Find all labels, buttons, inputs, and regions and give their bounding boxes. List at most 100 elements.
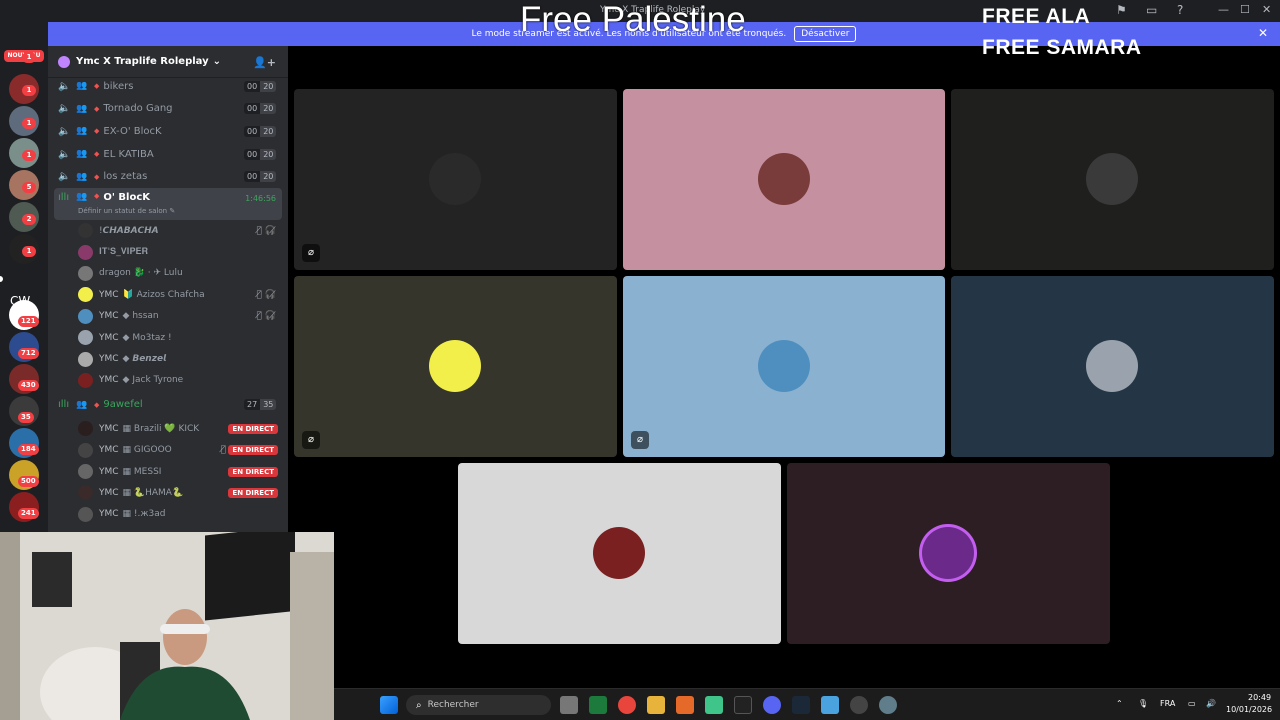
unread-badge: 5 (22, 182, 36, 193)
participant-avatar (758, 340, 810, 392)
voice-member[interactable]: !𝘾𝙃𝘼𝘽𝘼𝘾𝙃𝘼 🎙̸ 🎧̸ (48, 220, 288, 241)
app-icon[interactable] (589, 696, 607, 714)
video-tile[interactable] (951, 89, 1274, 270)
voice-activity-icon: ıllı (58, 399, 70, 411)
voice-member[interactable]: YMC 🔰 Azizos Chafcha 🎙̸ 🎧̸ (48, 284, 288, 305)
count-current: 00 (244, 148, 261, 160)
voice-member[interactable]: YMC ▦ !.ж3ad (48, 504, 288, 525)
count-max: 20 (260, 171, 277, 183)
voice-member[interactable]: YMC ◆ Jack Tyrone (48, 370, 288, 391)
inbox-icon[interactable]: ⚑ (1116, 3, 1127, 17)
stream-off-icon[interactable]: ⌀ (302, 244, 320, 262)
language-indicator[interactable]: FRA (1160, 699, 1175, 708)
voice-channel-name: O' BlocK (103, 191, 151, 203)
user-count: 00 20 (244, 171, 277, 183)
maximize-button[interactable]: ☐ (1240, 3, 1250, 16)
voice-member[interactable]: dragon 🐉 · ✈ Lulu (48, 263, 288, 284)
clan-tag: YMC (99, 487, 119, 498)
channel-status-prompt[interactable]: Définir un statut de salon ✎ (78, 207, 175, 215)
voice-channel[interactable]: 🔈 👥 ◆ bikers 00 20 (48, 75, 288, 98)
voice-member[interactable]: YMC ◆ Mo3taz ! (48, 327, 288, 348)
steam-icon[interactable] (792, 696, 810, 714)
discord-icon[interactable] (763, 696, 781, 714)
participant-avatar (429, 340, 481, 392)
member-name: ◆ Jack Tyrone (122, 375, 184, 386)
avatar (78, 485, 93, 501)
diamond-icon: ◆ (94, 150, 100, 159)
user-count: 00 20 (244, 148, 277, 160)
server-avatar-icon (58, 55, 70, 68)
minimize-button[interactable]: — (1218, 3, 1229, 16)
group-icon: 👥 (76, 149, 88, 160)
help-icon[interactable]: ? (1177, 3, 1183, 17)
network-icon[interactable]: ▭ (1188, 699, 1196, 708)
stream-off-icon[interactable]: ⌀ (302, 431, 320, 449)
diamond-icon: ◆ (94, 172, 100, 181)
app-icon[interactable] (850, 696, 868, 714)
voice-channel[interactable]: ıllı 👥 ◆ 9awefel 27 35 (48, 391, 288, 418)
diamond-icon: ◆ (94, 82, 100, 91)
voice-member[interactable]: YMC ◆ 𝘽𝙚𝙣𝙯𝙚𝙡 (48, 348, 288, 369)
voice-channel[interactable]: 🔈 👥 ◆ EL KATIBA 00 20 (48, 143, 288, 166)
participant-avatar (1086, 340, 1138, 392)
speaker-icon: 🔈 (58, 80, 71, 92)
participant-avatar-speaking (922, 527, 974, 579)
windows-start-icon[interactable] (380, 696, 398, 714)
speaker-icon: 🔈 (58, 148, 71, 160)
add-member-icon[interactable]: 👤+ (253, 56, 276, 69)
voice-member[interactable]: YMC ▦ MESSI EN DIRECT (48, 461, 288, 482)
server-header[interactable]: Ymc X Traplife Roleplay ⌄ 👤+ (48, 46, 288, 78)
video-tile[interactable]: ⌀ (294, 276, 617, 457)
app-icon[interactable] (676, 696, 694, 714)
count-max: 20 (260, 148, 277, 160)
voice-member[interactable]: YMC ◆ hssan 🎙̸ 🎧̸ (48, 306, 288, 327)
video-tile[interactable] (787, 463, 1110, 644)
unread-badge: 712 (18, 348, 39, 359)
banner-close-icon[interactable]: ✕ (1258, 26, 1268, 40)
avatar (78, 308, 93, 324)
muted-icon: 🎙̸ 🎧̸ (256, 225, 276, 236)
clock-time[interactable]: 20:49 (1248, 693, 1271, 702)
clan-tag: YMC (99, 354, 119, 364)
taskbar-search[interactable]: ⌕ Rechercher (406, 695, 551, 715)
chevron-down-icon: ⌄ (212, 56, 222, 67)
active-voice-channel[interactable]: ıllı 👥 ◆ O' BlocK 1:46:56 Définir un statu… (54, 187, 282, 220)
settings-icon[interactable] (879, 696, 897, 714)
stream-off-icon[interactable]: ⌀ (631, 431, 649, 449)
task-view-icon[interactable] (560, 696, 578, 714)
count-current: 00 (244, 171, 261, 183)
video-tile[interactable] (458, 463, 781, 644)
volume-icon[interactable]: 🔊 (1206, 699, 1216, 708)
voice-member[interactable]: YMC ▦ Brazili 💚 KICK EN DIRECT (48, 418, 288, 439)
voice-member[interactable]: YMC ▦ GIGOOO 🎙̸ EN DIRECT (48, 439, 288, 460)
chevron-up-icon[interactable]: ⌃ (1116, 699, 1123, 708)
clan-tag: YMC (99, 423, 119, 434)
live-badge: EN DIRECT (228, 487, 278, 498)
video-tile[interactable] (623, 89, 945, 270)
group-icon: 👥 (76, 171, 88, 182)
chrome-icon[interactable] (618, 696, 636, 714)
group-icon: 👥 (76, 103, 88, 114)
voice-channel[interactable]: 🔈 👥 ◆ EX-O' BlocK 00 20 (48, 120, 288, 143)
microphone-icon[interactable]: 🎙 (1138, 699, 1148, 708)
voice-member[interactable]: 𝐈𝐓'𝐒_𝐕𝐈𝐏𝐄𝐑 (48, 241, 288, 262)
clock-date[interactable]: 10/01/2026 (1226, 705, 1272, 714)
screen-icon[interactable]: ▭ (1146, 3, 1157, 17)
app-icon[interactable] (705, 696, 723, 714)
close-window-button[interactable]: ✕ (1262, 3, 1271, 16)
file-explorer-icon[interactable] (647, 696, 665, 714)
video-tile[interactable] (951, 276, 1274, 457)
app-icon[interactable] (821, 696, 839, 714)
video-tile[interactable]: ⌀ (623, 276, 945, 457)
server-rail: NOUVEAU 1 1 1 1 5 2 1 CW 121 712 430 35 … (0, 22, 48, 532)
video-tile[interactable]: ⌀ (294, 89, 617, 270)
voice-channel[interactable]: 🔈 👥 ◆ Tornado Gang 00 20 (48, 98, 288, 121)
disable-streamer-button[interactable]: Désactiver (794, 26, 857, 42)
app-icon[interactable] (734, 696, 752, 714)
voice-channel[interactable]: 🔈 👥 ◆ los zetas 00 20 (48, 165, 288, 188)
overlay-text-free-samara: FREE SAMARA (982, 36, 1142, 59)
avatar (78, 442, 93, 458)
voice-member[interactable]: YMC ▦ 🐍HAMA🐍 EN DIRECT (48, 482, 288, 503)
count-current: 00 (244, 125, 261, 137)
windows-taskbar: ⌕ Rechercher ⌃ 🎙 FRA ▭ 🔊 20:49 10/01/2026 (334, 688, 1280, 720)
